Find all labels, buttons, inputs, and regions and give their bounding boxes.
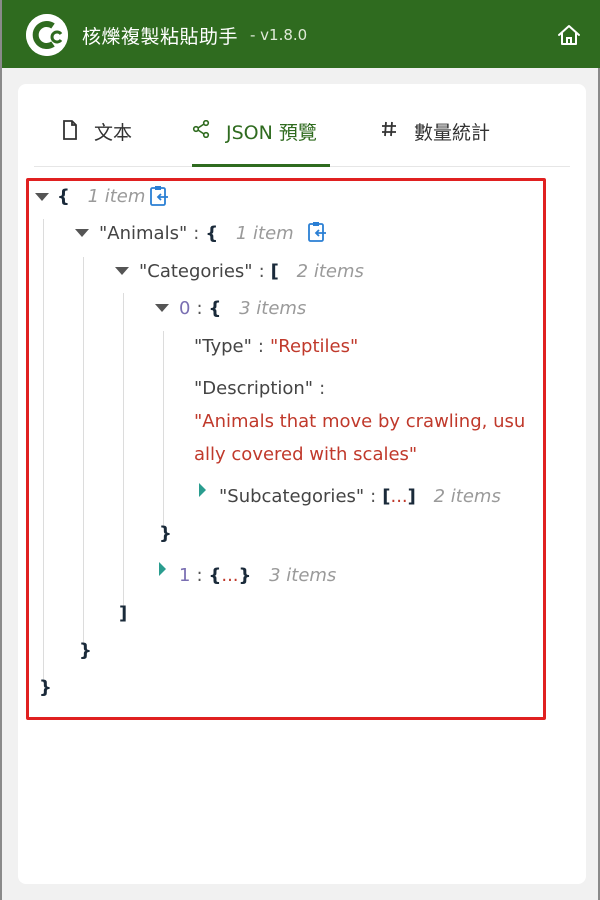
item0-close-brace: }	[159, 523, 172, 544]
json-description-key-line: "Description":	[194, 378, 331, 399]
root-open-brace: {	[57, 186, 70, 207]
item1-item-count: 3 items	[269, 565, 337, 586]
app-title: 核爍複製粘貼助手	[82, 26, 239, 48]
subcategories-item-count: 2 items	[433, 486, 501, 507]
subcategories-ellipsis[interactable]: ...	[390, 486, 407, 507]
item0-item-count: 3 items	[239, 298, 307, 319]
subcategories-close-bracket: ]	[407, 486, 416, 507]
json-root-open: { 1 item	[57, 186, 145, 207]
indent-guide	[43, 219, 44, 683]
subcategories-key: "Subcategories"	[219, 486, 365, 507]
item1-ellipsis[interactable]: ...	[221, 565, 238, 586]
categories-key: "Categories"	[139, 261, 253, 282]
categories-open-bracket: [	[270, 261, 279, 282]
tab-text[interactable]: 文本	[62, 118, 146, 166]
expand-subcategories-toggle[interactable]	[199, 483, 206, 497]
categories-close-bracket: ]	[119, 603, 128, 624]
type-key: "Type"	[194, 336, 252, 357]
description-key: "Description"	[194, 378, 314, 399]
tab-json-preview[interactable]: JSON 預覽	[192, 118, 330, 167]
tab-json-preview-label: JSON 預覽	[226, 122, 317, 144]
animals-open-brace: {	[205, 223, 219, 244]
home-button[interactable]	[554, 20, 584, 50]
json-viewer: { 1 item "Animals":{ 1 item "Categories"…	[26, 178, 546, 720]
tab-count-stats-label: 數量統計	[414, 122, 491, 144]
description-value-part2: ally covered with scales"	[194, 444, 418, 465]
colon: :	[257, 336, 264, 357]
collapse-root-toggle[interactable]	[35, 193, 49, 201]
animals-item-count: 1 item	[235, 223, 294, 244]
animals-close-brace: }	[79, 640, 92, 661]
expand-item1-toggle[interactable]	[159, 562, 166, 576]
tab-text-label: 文本	[94, 122, 133, 144]
colon: :	[258, 261, 265, 282]
tab-count-stats[interactable]: 數量統計	[380, 118, 520, 166]
home-icon	[558, 25, 580, 45]
document-icon	[62, 120, 78, 145]
copy-icon[interactable]	[307, 221, 327, 247]
tab-bar: 文本 JSON 預覽 數量統計	[34, 84, 570, 167]
json-item0-close: }	[159, 523, 172, 544]
colon: :	[370, 486, 377, 507]
root-item-count: 1 item	[87, 186, 146, 207]
json-subcategories-line: "Subcategories": [...] 2 items	[219, 486, 501, 507]
description-value-line2: ally covered with scales"	[194, 444, 417, 465]
json-item1-line: 1: {...} 3 items	[179, 565, 336, 586]
json-animals-line: "Animals":{ 1 item	[99, 223, 294, 244]
description-value-part1: "Animals that move by crawling, usu	[194, 411, 526, 432]
item1-index: 1	[179, 565, 191, 586]
colon: :	[319, 378, 326, 399]
json-type-line: "Type": "Reptiles"	[194, 336, 358, 357]
collapse-item0-toggle[interactable]	[155, 304, 169, 312]
root-close-brace: }	[39, 677, 52, 698]
json-categories-line: "Categories":[ 2 items	[139, 261, 364, 282]
item0-open-brace: {	[208, 298, 222, 319]
app-window: 核爍複製粘貼助手 - v1.8.0 文本 JSON 預覽 數量統計 {1 it…	[0, 0, 600, 900]
collapse-categories-toggle[interactable]	[115, 267, 129, 275]
type-value: "Reptiles"	[269, 336, 359, 357]
json-root-close: }	[39, 677, 52, 698]
animals-key: "Animals"	[99, 223, 188, 244]
json-item0-line: 0:{ 3 items	[179, 298, 306, 319]
categories-item-count: 2 items	[296, 261, 364, 282]
collapse-animals-toggle[interactable]	[75, 229, 89, 237]
description-value-line1: "Animals that move by crawling, usu	[194, 411, 525, 432]
json-animals-close: }	[79, 640, 92, 661]
title-bar: 核爍複製粘貼助手 - v1.8.0	[2, 0, 600, 68]
json-categories-close: ]	[119, 603, 127, 624]
item0-index: 0	[179, 298, 191, 319]
colon: :	[193, 223, 200, 244]
indent-guide	[83, 257, 84, 645]
share-nodes-icon	[192, 119, 210, 143]
colon: :	[196, 298, 203, 319]
app-version: - v1.8.0	[250, 26, 308, 44]
main-panel: 文本 JSON 預覽 數量統計 {1 item "Animals": {1…	[18, 84, 586, 884]
indent-guide	[123, 293, 124, 609]
item1-open-brace: {	[208, 565, 222, 586]
colon: :	[196, 565, 203, 586]
copy-icon[interactable]	[149, 185, 169, 211]
indent-guide	[163, 331, 164, 527]
hash-icon	[380, 120, 398, 143]
app-logo	[26, 14, 68, 56]
item1-close-brace: }	[238, 565, 252, 586]
